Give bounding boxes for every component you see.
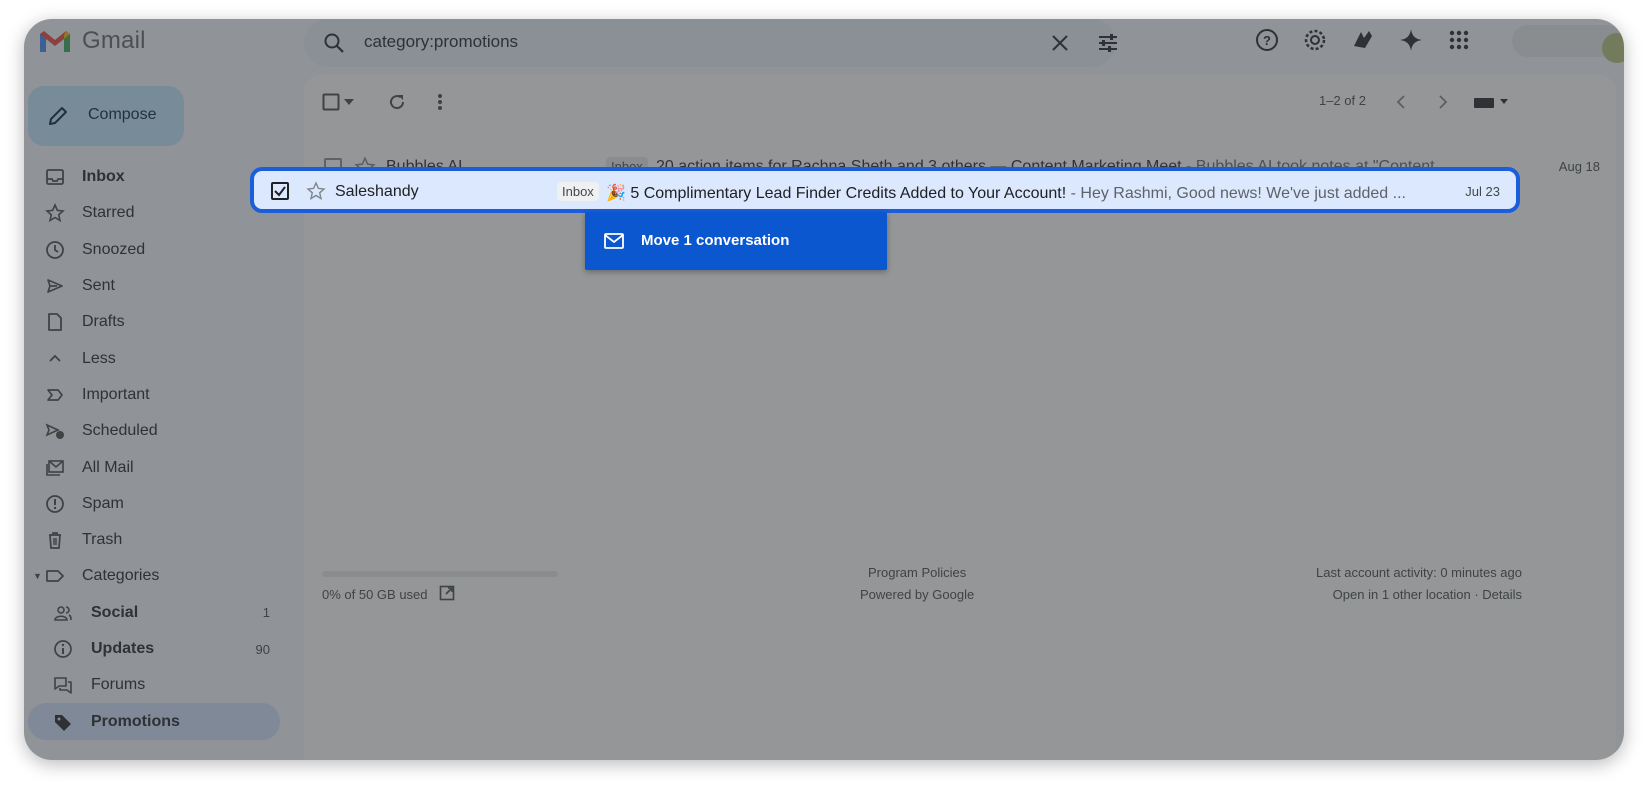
sidebar-item-drafts[interactable]: Drafts bbox=[24, 304, 284, 340]
unread-count: 1 bbox=[262, 605, 270, 621]
powered-by-label: Powered by Google bbox=[860, 587, 975, 602]
clock-icon bbox=[44, 239, 66, 261]
sidebar-item-inbox[interactable]: Inbox bbox=[24, 159, 284, 195]
gmail-logo[interactable]: Gmail bbox=[38, 27, 146, 55]
drag-ghost: Move 1 conversation bbox=[585, 212, 887, 270]
sidebar-item-forums[interactable]: Forums bbox=[24, 667, 284, 703]
sidebar-item-categories[interactable]: ▼ Categories bbox=[24, 558, 284, 594]
extension-icon[interactable] bbox=[1350, 27, 1376, 53]
avatar[interactable] bbox=[1602, 33, 1624, 63]
more-options-icon[interactable] bbox=[429, 91, 451, 113]
important-icon bbox=[44, 384, 66, 406]
app-name: Gmail bbox=[82, 27, 146, 54]
sidebar-item-promotions[interactable]: Promotions bbox=[28, 703, 280, 740]
svg-text:?: ? bbox=[1263, 33, 1271, 48]
spam-icon bbox=[44, 493, 66, 515]
checked-checkbox-icon[interactable] bbox=[271, 182, 289, 200]
search-options-icon[interactable] bbox=[1096, 31, 1120, 55]
sidebar-item-all-mail[interactable]: All Mail bbox=[24, 449, 284, 485]
storage-label: 0% of 50 GB used bbox=[322, 587, 428, 602]
select-dropdown-icon[interactable] bbox=[342, 91, 356, 113]
input-tools-icon[interactable] bbox=[1472, 91, 1512, 113]
refresh-icon[interactable] bbox=[386, 91, 408, 113]
drag-ghost-label: Move 1 conversation bbox=[641, 232, 790, 249]
selected-table-row[interactable]: Saleshandy Inbox 🎉 5 Complimentary Lead … bbox=[250, 167, 1520, 213]
sidebar-nav: Inbox Starred Snoozed Sent Drafts Less I… bbox=[24, 159, 284, 740]
inbox-icon bbox=[44, 166, 66, 188]
star-icon bbox=[44, 202, 66, 224]
sidebar-item-important[interactable]: Important bbox=[24, 377, 284, 413]
prev-page-icon[interactable] bbox=[1390, 91, 1412, 113]
pagination-label: 1–2 of 2 bbox=[1319, 93, 1366, 108]
trash-icon bbox=[44, 529, 66, 551]
select-all-checkbox[interactable] bbox=[320, 91, 342, 113]
sidebar-item-trash[interactable]: Trash bbox=[24, 522, 284, 558]
gmail-window: Gmail category:promotions ? Compose Inbo… bbox=[24, 19, 1624, 760]
settings-icon[interactable] bbox=[1302, 27, 1328, 53]
star-toggle-icon[interactable] bbox=[306, 181, 326, 201]
sender-name: Saleshandy bbox=[335, 183, 419, 200]
search-bar[interactable]: category:promotions bbox=[304, 19, 1117, 67]
compose-label: Compose bbox=[88, 106, 157, 123]
help-icon[interactable]: ? bbox=[1254, 27, 1280, 53]
apps-grid-icon[interactable] bbox=[1446, 27, 1472, 53]
chevron-up-icon bbox=[44, 348, 66, 370]
pencil-icon bbox=[49, 107, 67, 125]
tag-icon bbox=[52, 711, 74, 733]
envelope-icon bbox=[604, 233, 624, 249]
draft-icon bbox=[44, 311, 66, 333]
program-policies-link[interactable]: Program Policies bbox=[868, 565, 966, 580]
sidebar-item-spam[interactable]: Spam bbox=[24, 486, 284, 522]
send-icon bbox=[44, 275, 66, 297]
scheduled-icon bbox=[44, 420, 66, 442]
expand-caret-icon[interactable]: ▼ bbox=[33, 571, 42, 581]
email-date: Jul 23 bbox=[1465, 184, 1500, 199]
sidebar-item-starred[interactable]: Starred bbox=[24, 195, 284, 231]
top-actions: ? bbox=[1254, 27, 1472, 53]
forum-icon bbox=[52, 674, 74, 696]
search-input[interactable]: category:promotions bbox=[364, 32, 518, 52]
details-link[interactable]: Open in 1 other location · Details bbox=[1333, 587, 1522, 602]
people-icon bbox=[52, 602, 74, 624]
sidebar-item-updates[interactable]: Updates 90 bbox=[24, 631, 284, 667]
info-icon bbox=[52, 638, 74, 660]
inbox-badge: Inbox bbox=[557, 182, 599, 201]
gemini-sparkle-icon[interactable] bbox=[1398, 27, 1424, 53]
search-icon[interactable] bbox=[322, 31, 346, 55]
next-page-icon[interactable] bbox=[1432, 91, 1454, 113]
unread-count: 90 bbox=[255, 641, 270, 657]
compose-button[interactable]: Compose bbox=[28, 86, 184, 146]
all-mail-icon bbox=[44, 457, 66, 479]
sidebar-item-snoozed[interactable]: Snoozed bbox=[24, 232, 284, 268]
sidebar-item-sent[interactable]: Sent bbox=[24, 268, 284, 304]
open-external-icon[interactable] bbox=[439, 585, 455, 601]
label-icon bbox=[44, 565, 66, 587]
sidebar-item-social[interactable]: Social 1 bbox=[24, 595, 284, 631]
storage-bar bbox=[322, 571, 558, 577]
sidebar-item-less[interactable]: Less bbox=[24, 340, 284, 376]
email-subject: 🎉 5 Complimentary Lead Finder Credits Ad… bbox=[606, 185, 1406, 202]
last-activity-label: Last account activity: 0 minutes ago bbox=[1316, 565, 1522, 580]
email-snippet: - Hey Rashmi, Good news! We've just adde… bbox=[1066, 185, 1406, 202]
gmail-m-icon bbox=[40, 31, 70, 52]
email-date: Aug 18 bbox=[1558, 159, 1600, 174]
sidebar-item-scheduled[interactable]: Scheduled bbox=[24, 413, 284, 449]
clear-search-icon[interactable] bbox=[1048, 31, 1072, 55]
